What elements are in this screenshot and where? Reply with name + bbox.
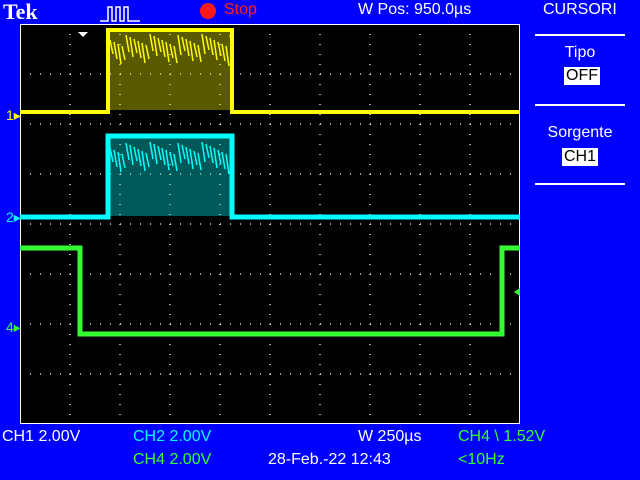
sorgente-value[interactable]: CH1 <box>562 148 599 166</box>
tipo-label[interactable]: Tipo <box>535 44 625 62</box>
brand-logo: Tek <box>3 0 38 24</box>
trigger-setting: CH4 \ 1.52V <box>458 428 546 445</box>
menu-divider <box>535 34 625 36</box>
ch4-scale: CH4 2.00V <box>133 451 212 468</box>
ch2-marker: 2▸ <box>6 209 21 225</box>
ch4-marker: 4▸ <box>6 319 21 335</box>
ch2-marker-label: 2 <box>6 209 14 225</box>
pulse-trigger-icon <box>100 6 140 22</box>
date-time: 28-Feb.-22 12:43 <box>268 451 391 468</box>
ch2-scale: CH2 2.00V <box>133 428 212 445</box>
menu-divider <box>535 183 625 185</box>
menu-divider <box>535 104 625 106</box>
scope-display <box>20 24 520 424</box>
sorgente-label[interactable]: Sorgente <box>535 124 625 142</box>
window-position: W Pos: 950.0µs <box>358 1 472 18</box>
ch1-scale: CH1 2.00V <box>2 428 81 445</box>
timebase: W 250µs <box>358 428 422 445</box>
ch1-marker-label: 1 <box>6 107 14 123</box>
ch1-marker: 1▸ <box>6 107 21 123</box>
run-state[interactable]: Stop <box>224 1 257 19</box>
trigger-frequency: <10Hz <box>458 451 505 468</box>
stop-indicator-icon <box>200 3 216 19</box>
menu-title: CURSORI <box>543 1 617 18</box>
tipo-value[interactable]: OFF <box>564 67 600 85</box>
ch4-marker-label: 4 <box>6 319 14 335</box>
